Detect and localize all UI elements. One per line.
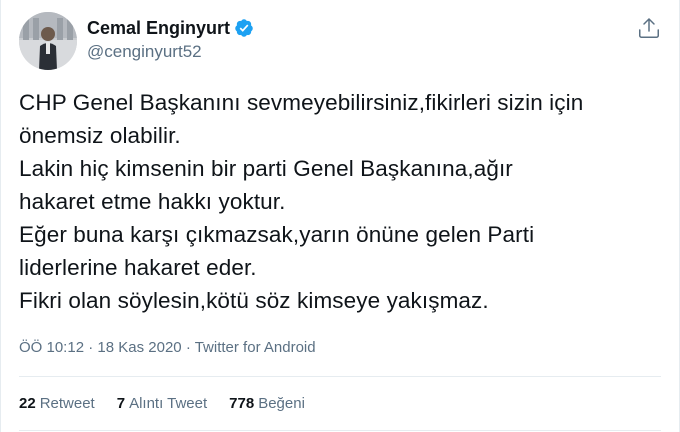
meta-separator: · <box>185 339 195 356</box>
likes-label: Beğeni <box>258 395 305 412</box>
tweet-meta: ÖÖ 10:12 · 18 Kas 2020 · Twitter for And… <box>19 339 316 356</box>
share-icon[interactable] <box>637 16 661 40</box>
avatar-image <box>19 12 77 70</box>
tweet-text-line: Eğer buna karşı çıkmazsak,yarın önüne ge… <box>19 222 535 247</box>
divider <box>19 430 661 431</box>
meta-separator: · <box>88 339 98 356</box>
tweet-text-line: önemsiz olabilir. <box>19 123 181 148</box>
divider <box>19 376 661 377</box>
author-display-name[interactable]: Cemal Enginyurt <box>87 18 230 39</box>
retweets-count: 22 <box>19 395 36 412</box>
tweet-text: CHP Genel Başkanını sevmeyebilirsiniz,fi… <box>19 88 665 319</box>
avatar[interactable] <box>19 12 77 70</box>
tweet-time[interactable]: ÖÖ 10:12 <box>19 339 84 356</box>
verified-badge-icon <box>234 18 254 38</box>
tweet-card: Cemal Enginyurt @cenginyurt52 CHP Genel … <box>0 0 680 432</box>
tweet-stats: 22 Retweet 7 Alıntı Tweet 778 Beğeni <box>19 395 327 412</box>
tweet-text-line: CHP Genel Başkanını sevmeyebilirsiniz,fi… <box>19 90 584 115</box>
likes-count: 778 <box>229 395 255 412</box>
tweet-text-line: Lakin hiç kimsenin bir parti Genel Başka… <box>19 156 513 181</box>
author-names: Cemal Enginyurt @cenginyurt52 <box>87 16 254 62</box>
tweet-date[interactable]: 18 Kas 2020 <box>97 339 181 356</box>
tweet-source[interactable]: Twitter for Android <box>195 339 316 356</box>
display-name-row: Cemal Enginyurt <box>87 16 254 40</box>
quotes-count: 7 <box>116 395 126 412</box>
tweet-header: Cemal Enginyurt @cenginyurt52 <box>19 8 661 74</box>
quotes-label: Alıntı Tweet <box>129 395 208 412</box>
retweets-stat[interactable]: 22 Retweet <box>19 395 95 412</box>
author-handle[interactable]: @cenginyurt52 <box>87 42 254 62</box>
retweets-label: Retweet <box>39 395 95 412</box>
tweet-text-line: hakaret etme hakkı yoktur. <box>19 189 286 214</box>
likes-stat[interactable]: 778 Beğeni <box>229 395 305 412</box>
tweet-text-line: liderlerine hakaret eder. <box>19 255 257 280</box>
tweet-text-line: Fikri olan söylesin,kötü söz kimseye yak… <box>19 288 489 313</box>
quotes-stat[interactable]: 7 Alıntı Tweet <box>117 395 207 412</box>
